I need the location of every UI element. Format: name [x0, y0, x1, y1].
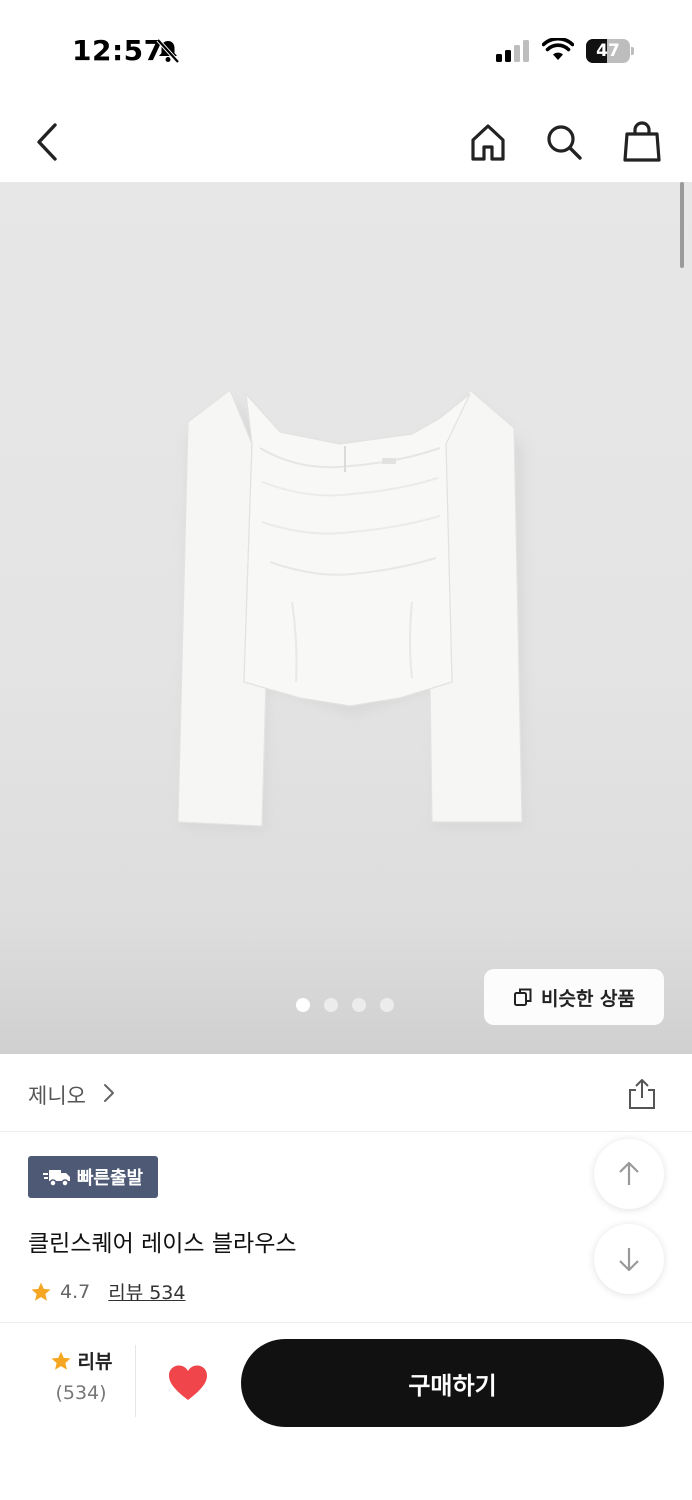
back-button[interactable]: [26, 120, 70, 164]
review-summary-button[interactable]: 리뷰 (534): [26, 1347, 136, 1419]
page-scrollbar[interactable]: [680, 182, 684, 268]
star-icon: [31, 1282, 51, 1301]
pagination-dot[interactable]: [324, 998, 338, 1012]
review-link[interactable]: 리뷰 534: [108, 1278, 185, 1305]
scroll-up-button[interactable]: [594, 1139, 664, 1209]
shopping-bag-icon: [623, 121, 661, 162]
pagination-dot[interactable]: [352, 998, 366, 1012]
home-icon: [471, 124, 505, 161]
copy-icon: [513, 988, 532, 1006]
share-icon: [629, 1079, 655, 1109]
review-label: 리뷰: [77, 1351, 113, 1373]
product-photo: [177, 389, 524, 832]
like-button[interactable]: [166, 1361, 210, 1405]
scroll-down-button[interactable]: [594, 1224, 664, 1294]
top-navigation-bar: [0, 100, 692, 182]
similar-products-button[interactable]: 비슷한 상품: [484, 969, 664, 1025]
rating-value: 4.7: [60, 1280, 91, 1303]
wifi-icon: [541, 36, 575, 66]
product-image-gallery[interactable]: 비슷한 상품: [0, 182, 692, 1054]
rating-row: 4.7 리뷰 534: [30, 1278, 185, 1305]
bottom-action-bar: 리뷰 (534) 구매하기: [0, 1322, 692, 1500]
buy-button[interactable]: 구매하기: [241, 1339, 664, 1427]
brand-link[interactable]: 제니오: [28, 1080, 86, 1110]
divider: [135, 1345, 136, 1417]
share-button[interactable]: [624, 1076, 660, 1112]
back-chevron-icon: [37, 123, 57, 161]
arrow-up-icon: [619, 1161, 639, 1185]
badge-label: 빠른출발: [76, 1168, 144, 1189]
pagination-dot[interactable]: [296, 998, 310, 1012]
home-button[interactable]: [466, 120, 510, 164]
bell-muted-icon: [156, 38, 180, 68]
heart-icon: [169, 1365, 207, 1400]
battery-indicator: 47: [586, 39, 634, 63]
battery-percentage: 47: [596, 41, 620, 61]
search-button[interactable]: [542, 120, 586, 164]
pagination-dot[interactable]: [380, 998, 394, 1012]
truck-icon: [42, 1170, 70, 1187]
status-time: 12:57: [72, 34, 164, 67]
fast-shipping-badge: 빠른출발: [28, 1156, 158, 1198]
cellular-signal-icon: [496, 40, 532, 66]
gallery-pagination: [296, 998, 394, 1012]
review-count: (534): [55, 1382, 107, 1404]
search-icon: [547, 125, 582, 160]
shopping-bag-button[interactable]: [620, 120, 664, 164]
similar-products-label: 비슷한 상품: [540, 987, 635, 1010]
arrow-down-icon: [619, 1248, 639, 1272]
chevron-right-icon[interactable]: [102, 1082, 116, 1104]
star-icon: [50, 1351, 71, 1370]
product-title: 클린스퀘어 레이스 블라우스: [28, 1231, 297, 1257]
brand-row: 제니오: [0, 1054, 692, 1132]
status-bar: 12:57 47: [0, 0, 692, 100]
